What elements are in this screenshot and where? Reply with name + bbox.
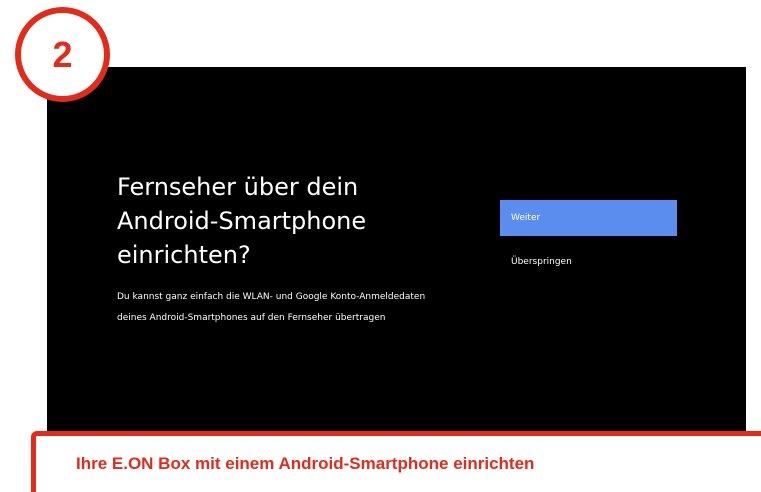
setup-headline: Fernseher über dein Android-Smartphone e… <box>117 173 367 269</box>
continue-button-label: Weiter <box>511 213 541 223</box>
caption-box: Ihre E.ON Box mit einem Android-Smartpho… <box>31 431 761 492</box>
tutorial-page: 2 Fernseher über dein Android-Smartphone… <box>0 0 761 492</box>
setup-description-line: deines Android-Smartphones auf den Ferns… <box>117 313 386 323</box>
step-number: 2 <box>52 33 73 75</box>
step-badge: 2 <box>15 7 110 102</box>
caption-text: Ihre E.ON Box mit einem Android-Smartpho… <box>76 454 535 473</box>
setup-description-line: Du kannst ganz einfach die WLAN- und Goo… <box>117 292 426 302</box>
skip-button[interactable]: Überspringen <box>500 252 677 272</box>
continue-button[interactable]: Weiter <box>500 200 677 236</box>
setup-description: Du kannst ganz einfach die WLAN- und Goo… <box>117 287 477 329</box>
skip-button-label: Überspringen <box>511 257 572 267</box>
